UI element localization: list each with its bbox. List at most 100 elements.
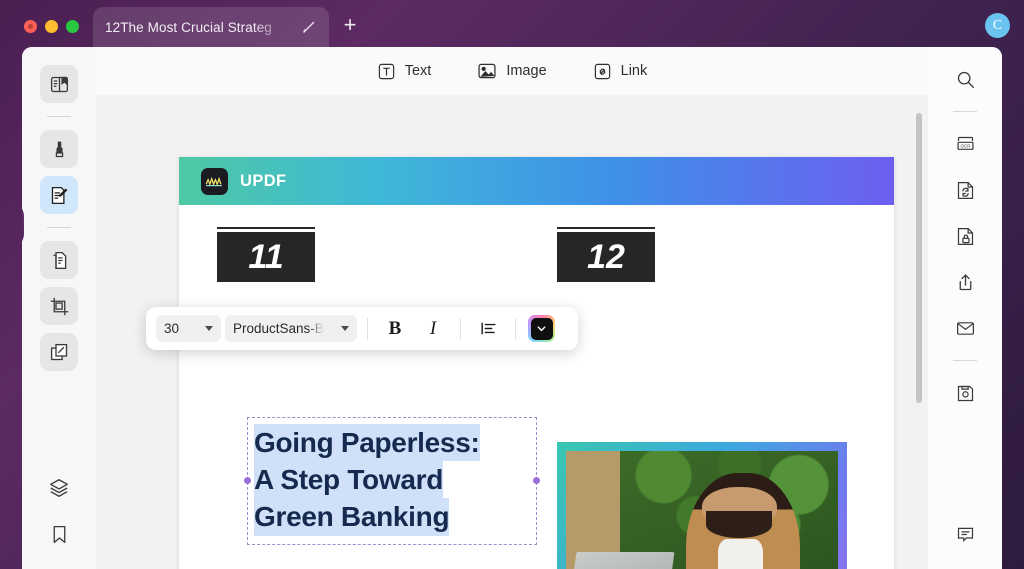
bookmark-icon — [49, 524, 70, 545]
organize-pages-icon — [49, 250, 70, 271]
email-icon — [955, 318, 976, 339]
selected-text-box[interactable]: Going Paperless: A Step Toward Green Ban… — [247, 417, 537, 545]
add-image-button[interactable]: Image — [477, 61, 546, 81]
resize-handle-right[interactable] — [533, 477, 540, 484]
article-photo-frame[interactable] — [557, 442, 847, 569]
save-button[interactable] — [946, 374, 984, 412]
person-figure — [686, 473, 800, 569]
search-icon — [955, 69, 976, 90]
left-toolbar — [22, 47, 96, 569]
ocr-icon: OCR — [955, 134, 976, 155]
person-shirt — [718, 539, 764, 569]
sidebar-item-layers[interactable] — [40, 469, 78, 507]
traffic-lights — [0, 20, 79, 47]
panel-collapse-handle[interactable] — [22, 202, 24, 248]
search-button[interactable] — [946, 60, 984, 98]
sidebar-item-annotate[interactable] — [40, 130, 78, 168]
comment-button[interactable] — [946, 515, 984, 553]
pencil-icon[interactable] — [301, 19, 317, 35]
article-number-right: 12 — [587, 238, 625, 277]
page-column-left: 11 Going Paperless: A Step Toward Green … — [217, 227, 517, 282]
share-button[interactable] — [946, 263, 984, 301]
ocr-button[interactable]: OCR — [946, 125, 984, 163]
svg-text:OCR: OCR — [960, 143, 971, 148]
rail-divider — [47, 227, 71, 228]
app-window: Text Image Link — [22, 47, 1002, 569]
toolbar-divider — [460, 318, 461, 340]
color-swatch-inner — [531, 318, 553, 340]
save-icon — [955, 383, 976, 404]
text-format-toolbar[interactable]: 30 ProductSans-B B I — [146, 307, 578, 350]
minimize-window-button[interactable] — [45, 20, 58, 33]
heading-line: Going Paperless: — [254, 424, 480, 461]
edit-document-icon — [49, 185, 70, 206]
align-button[interactable] — [471, 314, 505, 344]
sidebar-item-reader[interactable] — [40, 65, 78, 103]
font-family-dropdown[interactable]: ProductSans-B — [225, 315, 357, 342]
toolbar-divider — [367, 318, 368, 340]
article-number-badge-right: 12 — [557, 227, 655, 282]
protect-button[interactable] — [946, 217, 984, 255]
convert-document-icon — [955, 180, 976, 201]
person-beard — [706, 511, 772, 537]
reader-view-icon — [49, 74, 70, 95]
heading-line: A Step Toward — [254, 461, 443, 498]
sidebar-item-crop[interactable] — [40, 287, 78, 325]
article-number-badge-left: 11 — [217, 227, 315, 282]
text-box-icon — [377, 62, 396, 81]
heading-line: Green Banking — [254, 498, 449, 535]
add-text-label: Text — [405, 63, 432, 79]
add-link-button[interactable]: Link — [593, 62, 648, 81]
page-column-right: 12 Don't Worry! The — [557, 227, 857, 282]
font-family-value: ProductSans-B — [233, 321, 324, 336]
add-image-label: Image — [506, 63, 546, 79]
pdf-page[interactable]: UPDF 11 Going Paperless: A Step Toward G… — [179, 157, 894, 569]
man-with-laptop-photo — [566, 451, 838, 569]
sidebar-item-organize-pages[interactable] — [40, 241, 78, 279]
toolbar-divider — [515, 318, 516, 340]
document-tab[interactable]: 12The Most Crucial Strateg — [93, 7, 329, 47]
right-toolbar: OCR — [928, 47, 1002, 569]
protect-document-icon — [955, 226, 976, 247]
batch-pages-icon — [49, 342, 70, 363]
email-button[interactable] — [946, 309, 984, 347]
convert-button[interactable] — [946, 171, 984, 209]
window-titlebar: 12The Most Crucial Strateg + C — [0, 0, 1024, 47]
sidebar-item-batch[interactable] — [40, 333, 78, 371]
comment-icon — [955, 524, 976, 545]
chevron-down-icon — [536, 323, 547, 334]
add-link-label: Link — [621, 63, 648, 79]
font-size-dropdown[interactable]: 30 — [156, 315, 221, 342]
page-banner: UPDF — [179, 157, 894, 205]
italic-button[interactable]: I — [416, 314, 450, 344]
link-icon — [593, 62, 612, 81]
align-left-icon — [479, 319, 498, 338]
crop-page-icon — [49, 296, 70, 317]
sidebar-item-edit-pdf[interactable] — [40, 176, 78, 214]
rail-divider — [953, 111, 977, 112]
bold-button[interactable]: B — [378, 314, 412, 344]
updf-logo-icon — [201, 168, 228, 195]
highlighter-icon — [49, 139, 70, 160]
edit-toolbar: Text Image Link — [96, 47, 928, 95]
chevron-down-icon — [341, 326, 349, 331]
vertical-scrollbar[interactable] — [916, 113, 922, 403]
share-icon — [955, 272, 976, 293]
close-window-button[interactable] — [24, 20, 37, 33]
new-tab-button[interactable]: + — [337, 12, 363, 38]
maximize-window-button[interactable] — [66, 20, 79, 33]
text-color-picker[interactable] — [528, 315, 555, 342]
rail-divider — [953, 360, 977, 361]
document-tab-title: 12The Most Crucial Strateg — [105, 20, 295, 35]
rail-divider — [47, 116, 71, 117]
updf-brand-label: UPDF — [240, 172, 287, 191]
image-icon — [477, 61, 497, 81]
font-size-value: 30 — [164, 321, 179, 336]
chevron-down-icon — [205, 326, 213, 331]
resize-handle-left[interactable] — [244, 477, 251, 484]
article-number-left: 11 — [248, 238, 283, 277]
add-text-button[interactable]: Text — [377, 62, 432, 81]
layers-icon — [48, 477, 70, 499]
avatar[interactable]: C — [985, 13, 1010, 38]
sidebar-item-bookmarks[interactable] — [40, 515, 78, 553]
